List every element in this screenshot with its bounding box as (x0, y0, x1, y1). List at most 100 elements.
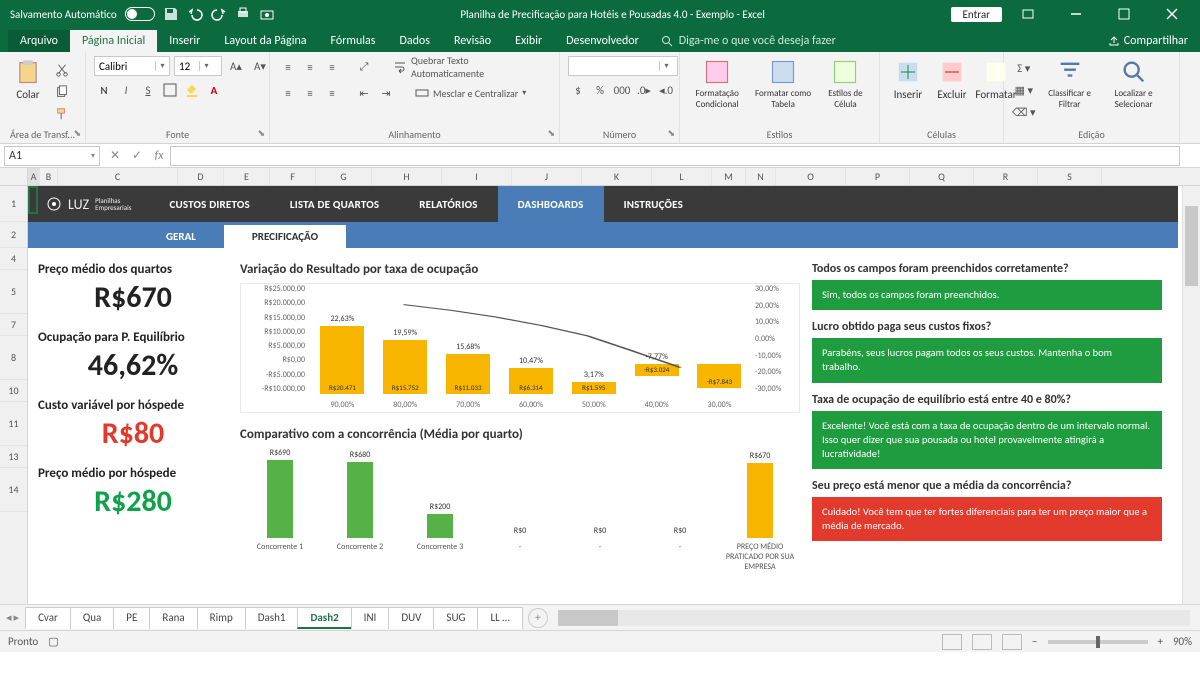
insert-cells-button[interactable]: Inserir (888, 56, 928, 103)
thousands-icon[interactable]: 000 (612, 80, 632, 100)
col-header[interactable]: M (712, 168, 746, 185)
sheet-tab[interactable]: DUV (388, 607, 434, 629)
font-color-icon[interactable]: A (204, 80, 224, 100)
bold-icon[interactable]: N (94, 80, 114, 100)
font-name-combo[interactable]: ▾ (94, 56, 170, 76)
col-header[interactable]: Q (910, 168, 974, 185)
formula-input[interactable] (170, 146, 1180, 166)
autosum-icon[interactable]: Σ ▾ (1012, 58, 1036, 78)
sheet-tab[interactable]: INI (351, 607, 390, 629)
align-center-icon[interactable]: ≡ (300, 83, 320, 103)
wrap-text-button[interactable]: Quebrar Texto Automaticamente (386, 56, 551, 78)
tab-home[interactable]: Página Inicial (70, 30, 157, 52)
col-header[interactable]: F (270, 168, 316, 185)
sheet-tab[interactable]: Dash1 (245, 607, 299, 629)
add-sheet-button[interactable]: + (528, 608, 548, 628)
view-normal-icon[interactable] (942, 634, 962, 650)
maximize-icon[interactable] (1102, 0, 1146, 28)
cell-styles-button[interactable]: Estilos de Célula (820, 56, 871, 112)
align-middle-icon[interactable]: ≡ (300, 57, 320, 77)
tab-insert[interactable]: Inserir (157, 30, 212, 52)
sheet-tab[interactable]: PE (113, 607, 150, 629)
enter-formula-icon[interactable]: ✓ (126, 148, 148, 163)
name-box[interactable]: A1▾ (4, 146, 100, 166)
tab-formulas[interactable]: Fórmulas (319, 30, 388, 52)
horizontal-scrollbar[interactable] (558, 610, 1190, 626)
format-table-button[interactable]: Formatar como Tabela (750, 56, 816, 112)
sheet-nav-next-icon[interactable]: ▸ (14, 611, 20, 624)
close-icon[interactable] (1150, 0, 1194, 28)
cut-icon[interactable] (52, 60, 72, 80)
minimize-icon[interactable] (1054, 0, 1098, 28)
tab-data[interactable]: Dados (387, 30, 441, 52)
tab-developer[interactable]: Desenvolvedor (554, 30, 651, 52)
row-header[interactable]: 10 (0, 380, 27, 402)
sheet-tab[interactable]: LL … (477, 607, 522, 629)
sheet-nav-prev-icon[interactable]: ◂ (6, 611, 12, 624)
share-button[interactable]: Compartilhar (1096, 30, 1200, 52)
align-top-icon[interactable]: ≡ (278, 57, 298, 77)
dialog-launcher-icon[interactable]: ⬊ (257, 128, 265, 139)
sort-filter-button[interactable]: Classificar e Filtrar (1040, 56, 1100, 112)
tab-file[interactable]: Arquivo (8, 30, 70, 52)
tellme-search[interactable]: Diga-me o que você deseja fazer (651, 30, 846, 52)
col-header[interactable]: O (776, 168, 846, 185)
row-header[interactable]: 5 (0, 270, 27, 314)
paste-button[interactable]: Colar (8, 56, 48, 103)
row-header[interactable]: 4 (0, 248, 27, 270)
row-header[interactable]: 13 (0, 446, 27, 468)
row-headers[interactable]: 12457810111314 (0, 168, 28, 604)
indent-increase-icon[interactable]: ⇥ (376, 83, 396, 103)
col-header[interactable]: L (652, 168, 712, 185)
sheet-tab[interactable]: SUG (433, 607, 478, 629)
delete-cells-button[interactable]: Excluir (932, 56, 972, 103)
sheet-tab[interactable]: Rana (149, 607, 197, 629)
ribbon-display-icon[interactable] (1006, 0, 1050, 28)
align-bottom-icon[interactable]: ≡ (322, 57, 342, 77)
grow-font-icon[interactable]: A▴ (226, 56, 246, 76)
fx-icon[interactable]: fx (148, 149, 170, 163)
merge-center-button[interactable]: Mesclar e Centralizar▾ (408, 82, 533, 104)
dialog-launcher-icon[interactable]: ⬊ (73, 128, 81, 139)
col-header[interactable]: A (28, 168, 40, 185)
currency-icon[interactable]: $ (568, 80, 588, 100)
cancel-formula-icon[interactable]: ✕ (104, 148, 126, 163)
zoom-out-icon[interactable]: − (1032, 635, 1037, 648)
clear-icon[interactable]: ⌫ ▾ (1012, 102, 1036, 122)
font-size-combo[interactable]: ▾ (174, 56, 222, 76)
underline-icon[interactable]: S (138, 80, 158, 100)
subtab-precificacao[interactable]: PRECIFICAÇÃO (224, 225, 346, 248)
sheet-tab[interactable]: Rimp (197, 607, 246, 629)
subtab-geral[interactable]: GERAL (138, 225, 224, 248)
col-header[interactable]: K (582, 168, 652, 185)
sheet-tab[interactable]: Dash2 (297, 607, 351, 629)
select-all-button[interactable] (0, 168, 28, 186)
tab-layout[interactable]: Layout da Página (212, 30, 318, 52)
nav-instrucoes[interactable]: INSTRUÇÕES (604, 186, 703, 222)
format-painter-icon[interactable] (52, 104, 72, 124)
nav-custos[interactable]: CUSTOS DIRETOS (149, 186, 269, 222)
row-header[interactable]: 14 (0, 468, 27, 512)
decrease-decimal-icon[interactable]: ◂.0 (656, 80, 676, 100)
autosave-toggle[interactable] (125, 7, 155, 21)
shrink-font-icon[interactable]: A▾ (250, 56, 270, 76)
italic-icon[interactable]: I (116, 80, 136, 100)
row-header[interactable]: 11 (0, 402, 27, 446)
col-header[interactable]: D (178, 168, 224, 185)
col-header[interactable]: G (316, 168, 372, 185)
row-header[interactable]: 7 (0, 314, 27, 336)
copy-icon[interactable] (52, 82, 72, 102)
column-headers[interactable]: ABCDEFGHIJKLMNOPQRS (28, 168, 1200, 186)
redo-icon[interactable] (211, 6, 227, 22)
col-header[interactable]: C (58, 168, 178, 185)
zoom-in-icon[interactable]: + (1158, 635, 1163, 648)
sheet-tab[interactable]: Cvar (25, 607, 71, 629)
col-header[interactable]: J (512, 168, 582, 185)
increase-decimal-icon[interactable]: .0▸ (634, 80, 654, 100)
col-header[interactable]: P (846, 168, 910, 185)
row-header[interactable]: 8 (0, 336, 27, 380)
percent-icon[interactable]: % (590, 80, 610, 100)
fill-color-icon[interactable] (182, 80, 202, 100)
dialog-launcher-icon[interactable]: ⬊ (667, 128, 675, 139)
row-header[interactable]: 2 (0, 222, 27, 248)
